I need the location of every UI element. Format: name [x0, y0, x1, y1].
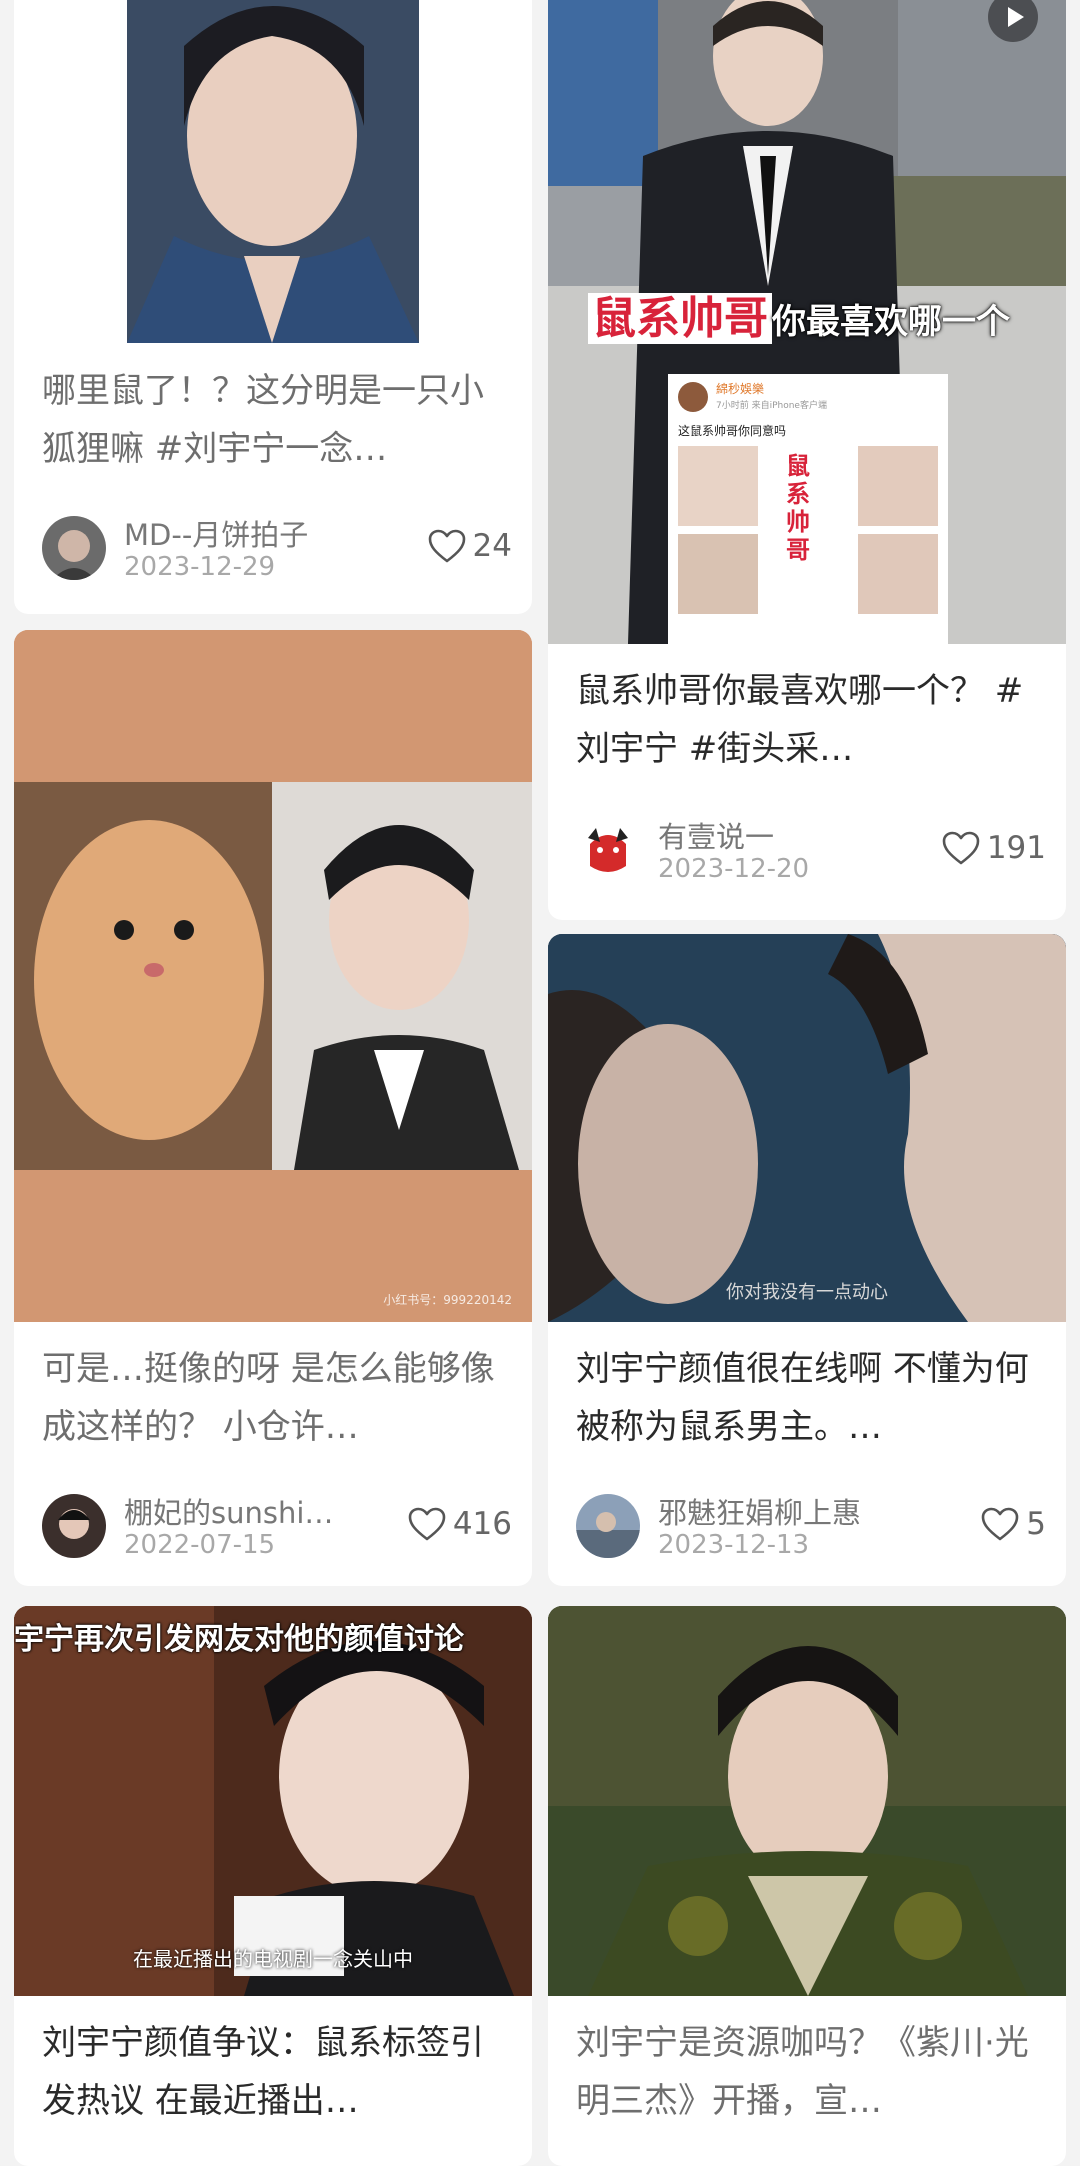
post-date: 2023-12-20: [658, 854, 810, 884]
play-icon[interactable]: [988, 0, 1038, 42]
author-name[interactable]: 棚妃的sunshi…: [124, 1490, 333, 1532]
cover-subtitle: 在最近播出的电视剧一念关山中: [133, 1947, 413, 1971]
author-name[interactable]: 有壹说一: [658, 814, 774, 856]
like-count: 5: [1026, 1506, 1046, 1542]
card-title: 哪里鼠了！？这分明是一只小狐狸嘛 #刘宇宁一念…: [42, 371, 484, 469]
like-button[interactable]: 191: [941, 830, 1046, 866]
card-cover-image[interactable]: 小红书号：999220142: [14, 630, 532, 1322]
like-count: 24: [472, 528, 512, 564]
card-cover-image[interactable]: 宇宁再次引发网友对他的颜值讨论 在最近播出的电视剧一念关山中: [14, 1606, 532, 1996]
like-button[interactable]: 24: [427, 528, 512, 564]
avatar[interactable]: [576, 1494, 640, 1558]
cover-post-user: 綿秒娛樂: [716, 382, 765, 396]
card-cover-image[interactable]: [14, 0, 532, 343]
feed-card[interactable]: 刘宇宁是资源咖吗？《紫川·光明三杰》开播，宣…: [548, 1606, 1066, 2166]
card-author-row: 有壹说一 2023-12-20 191: [576, 816, 1046, 884]
post-date: 2023-12-29: [124, 552, 276, 582]
cover-post-text: 这鼠系帅哥你同意吗: [678, 424, 787, 438]
cover-watermark: 小红书号：999220142: [383, 1293, 512, 1307]
card-cover-image[interactable]: 你对我没有一点动心: [548, 934, 1066, 1322]
card-author-row: 邪魅狂娟柳上惠 2023-12-13 5: [576, 1492, 1046, 1560]
cover-post-meta: 7小时前 来自iPhone客户端: [716, 401, 827, 411]
cover-caption-highlight: 鼠系帅哥: [588, 293, 772, 344]
feed-card[interactable]: 小红书号：999220142 可是…挺像的呀 是怎么能够像成这样的？ 小仓许… …: [14, 630, 532, 1586]
cover-post-stamp: 鼠系帅哥: [786, 452, 810, 564]
card-cover-image[interactable]: [548, 1606, 1066, 1996]
feed-card[interactable]: 你对我没有一点动心 刘宇宁颜值很在线啊 不懂为何被称为鼠系男主。… 邪魅狂娟柳上…: [548, 934, 1066, 1586]
avatar[interactable]: [576, 818, 640, 882]
feed-card[interactable]: 哪里鼠了！？这分明是一只小狐狸嘛 #刘宇宁一念… MD--月饼拍子 2023-1…: [14, 0, 532, 614]
like-count: 191: [986, 830, 1046, 866]
feed-card[interactable]: 宇宁再次引发网友对他的颜值讨论 在最近播出的电视剧一念关山中 刘宇宁颜值争议：鼠…: [14, 1606, 532, 2166]
heart-outline-icon: [981, 1507, 1019, 1541]
like-button[interactable]: 5: [980, 1506, 1046, 1542]
post-date: 2023-12-13: [658, 1530, 810, 1560]
card-title: 刘宇宁颜值争议：鼠系标签引发热议 在最近播出…: [42, 2023, 484, 2121]
cover-caption-text: 你最喜欢哪一个: [772, 302, 1010, 342]
like-count: 416: [452, 1506, 512, 1542]
like-button[interactable]: 416: [407, 1506, 512, 1542]
card-title: 可是…挺像的呀 是怎么能够像成这样的？ 小仓许…: [42, 1349, 495, 1447]
avatar: [678, 382, 708, 412]
cover-subtitle: 你对我没有一点动心: [726, 1282, 888, 1303]
card-title: 鼠系帅哥你最喜欢哪一个？ #刘宇宁 #街头采…: [576, 671, 1024, 769]
post-date: 2022-07-15: [124, 1530, 276, 1560]
card-author-row: 棚妃的sunshi… 2022-07-15 416: [42, 1492, 512, 1560]
author-name[interactable]: MD--月饼拍子: [124, 512, 308, 554]
card-author-row: MD--月饼拍子 2023-12-29 24: [42, 514, 512, 582]
card-title: 刘宇宁是资源咖吗？《紫川·光明三杰》开播，宣…: [576, 2023, 1029, 2121]
card-cover-image[interactable]: 鼠系帅哥 你最喜欢哪一个 綿秒娛樂 7小时前 来自iPhone客户端 这鼠系帅哥你…: [548, 0, 1066, 644]
avatar[interactable]: [42, 1494, 106, 1558]
cover-top-text: 宇宁再次引发网友对他的颜值讨论: [14, 1622, 464, 1657]
cover-embedded-post: 綿秒娛樂 7小时前 来自iPhone客户端 这鼠系帅哥你同意吗 鼠系帅哥: [668, 374, 948, 644]
heart-outline-icon: [428, 529, 465, 563]
author-name[interactable]: 邪魅狂娟柳上惠: [658, 1490, 861, 1532]
feed-card[interactable]: 鼠系帅哥 你最喜欢哪一个 綿秒娛樂 7小时前 来自iPhone客户端 这鼠系帅哥你…: [548, 0, 1066, 920]
heart-outline-icon: [942, 831, 980, 865]
avatar[interactable]: [42, 516, 106, 580]
card-title: 刘宇宁颜值很在线啊 不懂为何被称为鼠系男主。…: [576, 1349, 1029, 1447]
heart-outline-icon: [408, 1507, 446, 1541]
